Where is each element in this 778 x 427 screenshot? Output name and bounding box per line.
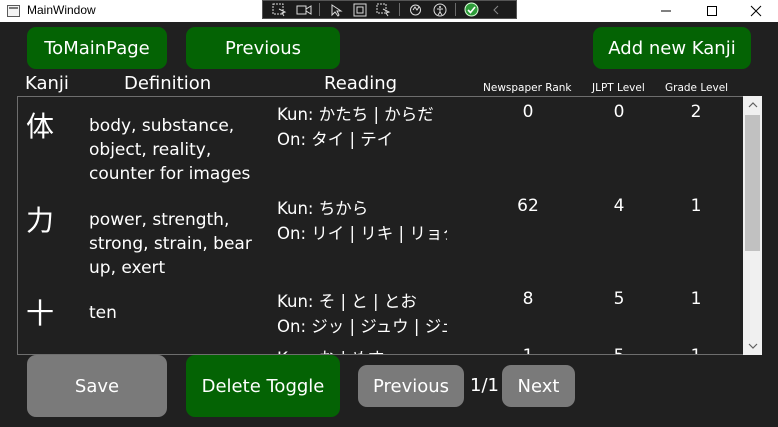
on-reading: On: リイ | リキ | リョク: [277, 224, 447, 243]
kun-reading: Kun: お | めす: [277, 346, 447, 354]
maximize-button[interactable]: [689, 0, 734, 21]
kanji-row[interactable]: Kun: お | めす 1 5 1: [18, 341, 744, 354]
jlpt-level-value: 4: [613, 196, 625, 216]
checkmark-icon[interactable]: [461, 2, 482, 17]
scroll-down-button[interactable]: [743, 338, 762, 355]
bottom-previous-button[interactable]: Previous: [358, 365, 464, 407]
on-reading: On: タイ | テイ: [277, 130, 394, 149]
on-reading: On: ジッ | ジュウ | ジュ: [277, 317, 447, 336]
accessibility-icon[interactable]: [429, 2, 450, 17]
close-icon: [750, 5, 761, 16]
select-element-icon[interactable]: [269, 2, 290, 17]
video-icon[interactable]: [293, 2, 314, 17]
newspaper-rank-value: 0: [522, 102, 534, 122]
maximize-icon: [706, 5, 717, 16]
title-bar: MainWindow: [0, 0, 778, 22]
newspaper-rank-value: 62: [517, 196, 539, 216]
grade-level-value: 1: [656, 346, 736, 354]
pointer-icon[interactable]: [325, 2, 346, 17]
kanji-reading: Kun: かたち | からだ On: タイ | テイ: [277, 102, 447, 152]
window-icon: [7, 5, 20, 17]
hot-reload-icon[interactable]: [405, 2, 426, 17]
next-button[interactable]: Next: [502, 365, 575, 407]
chevron-up-icon: [748, 102, 757, 108]
kanji-definition: ten: [89, 303, 117, 323]
debug-toolbar: [262, 0, 517, 19]
scroll-up-button[interactable]: [743, 96, 762, 113]
kanji-list[interactable]: 体 body, substance, object, reality, coun…: [17, 96, 762, 355]
kanji-row[interactable]: 力 power, strength, strong, strain, bear …: [18, 191, 744, 285]
jlpt-level-value: 0: [613, 102, 625, 122]
kun-reading: Kun: ちから: [277, 199, 369, 218]
header-grade-level: Grade Level: [665, 82, 729, 94]
newspaper-rank-value: 8: [522, 289, 534, 309]
square-icon[interactable]: [349, 2, 370, 17]
kun-reading: Kun: かたち | からだ: [277, 105, 434, 124]
to-main-page-button[interactable]: ToMainPage: [27, 27, 167, 69]
chevron-down-icon: [748, 343, 757, 349]
kanji-reading: Kun: お | めす: [277, 346, 447, 354]
newspaper-rank-value: 1: [488, 346, 568, 354]
delete-toggle-button[interactable]: Delete Toggle: [186, 355, 340, 417]
close-button[interactable]: [733, 0, 778, 21]
kanji-character: 十: [26, 297, 55, 330]
page-indicator: 1/1: [470, 375, 499, 396]
kanji-character: 力: [26, 204, 55, 237]
top-previous-button[interactable]: Previous: [186, 27, 340, 69]
vertical-scrollbar[interactable]: [743, 96, 762, 355]
kanji-reading: Kun: ちから On: リイ | リキ | リョク: [277, 196, 447, 246]
scrollbar-thumb[interactable]: [745, 115, 760, 251]
kanji-reading: Kun: そ | と | とお On: ジッ | ジュウ | ジュ: [277, 289, 447, 339]
grade-level-value: 1: [690, 196, 702, 216]
minimize-button[interactable]: [643, 0, 688, 21]
grade-level-value: 1: [690, 289, 702, 309]
kanji-character: 体: [26, 110, 55, 143]
kanji-definition: body, substance, object, reality, counte…: [89, 116, 251, 184]
collapse-chevron-icon[interactable]: [485, 2, 506, 17]
add-new-kanji-button[interactable]: Add new Kanji: [593, 27, 751, 69]
layout-icon[interactable]: [373, 2, 394, 17]
kanji-definition: power, strength, strong, strain, bear up…: [89, 210, 252, 278]
header-kanji: Kanji: [25, 73, 69, 94]
kanji-row[interactable]: 十 ten Kun: そ | と | とお On: ジッ | ジュウ | ジュ …: [18, 284, 744, 344]
window-title: MainWindow: [27, 3, 96, 17]
header-jlpt-level: JLPT Level: [592, 82, 645, 94]
minimize-icon: [660, 10, 671, 11]
save-button[interactable]: Save: [27, 355, 167, 417]
jlpt-level-value: 5: [613, 289, 625, 309]
header-newspaper-rank: Newspaper Rank: [483, 82, 572, 94]
grade-level-value: 2: [690, 102, 702, 122]
kanji-row[interactable]: 体 body, substance, object, reality, coun…: [18, 97, 744, 191]
header-reading: Reading: [324, 73, 398, 94]
kun-reading: Kun: そ | と | とお: [277, 292, 417, 311]
header-definition: Definition: [124, 73, 212, 94]
jlpt-level-value: 5: [579, 346, 659, 354]
